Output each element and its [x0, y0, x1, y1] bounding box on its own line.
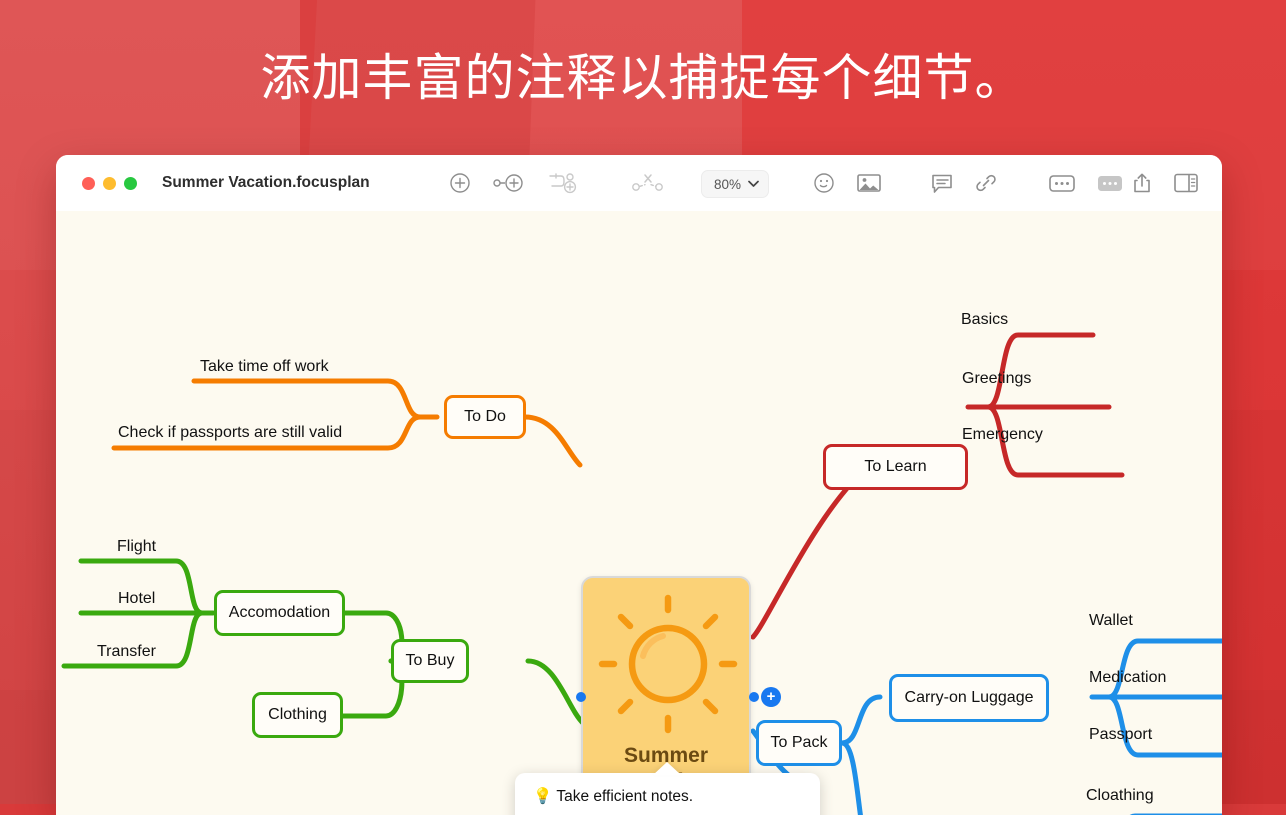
topic-label: To Do: [464, 408, 506, 425]
zoom-value: 80%: [714, 176, 742, 192]
maximize-button[interactable]: [124, 176, 137, 190]
traffic-lights: [82, 176, 137, 190]
emoji-button[interactable]: [813, 172, 835, 194]
more-outline-icon: [1049, 174, 1075, 192]
emoji-icon: [814, 173, 834, 193]
share-button[interactable]: [1132, 172, 1152, 194]
sun-icon: [598, 594, 738, 734]
note-popover[interactable]: 💡 Take efficient notes. Mind maps help y…: [515, 773, 820, 815]
topic-label: Clothing: [268, 706, 327, 723]
topic-to-do[interactable]: To Do: [444, 395, 526, 439]
toolbar-group-right: [1132, 155, 1198, 211]
topic-label: To Learn: [864, 458, 927, 475]
subtopic-accomodation[interactable]: Accomodation: [214, 590, 345, 636]
topic-to-learn[interactable]: To Learn: [823, 444, 968, 490]
leaf-flight[interactable]: Flight: [117, 538, 156, 556]
toolbar-group-structure: [449, 155, 665, 211]
leaf-passport[interactable]: Passport: [1089, 726, 1152, 744]
leaf-medication[interactable]: Medication: [1089, 669, 1166, 687]
subtopic-check-passports[interactable]: Check if passports are still valid: [118, 424, 342, 442]
add-topic-handle[interactable]: +: [761, 687, 781, 707]
inspector-toggle-button[interactable]: [1174, 173, 1198, 193]
add-child-topic-icon: [549, 173, 577, 194]
add-topic-icon: [450, 173, 470, 193]
leaf-hotel[interactable]: Hotel: [118, 590, 155, 608]
chevron-down-icon: [748, 180, 759, 187]
leaf-emergency[interactable]: Emergency: [962, 426, 1043, 444]
topic-label: Carry-on Luggage: [904, 689, 1034, 706]
lightbulb-icon: 💡: [533, 788, 553, 805]
add-child-topic-button[interactable]: [547, 171, 579, 195]
more-filled-icon: [1098, 175, 1122, 191]
subtopic-take-time-off-work[interactable]: Take time off work: [200, 358, 329, 376]
selection-handle-right[interactable]: [749, 692, 759, 702]
mindmap-canvas[interactable]: Summer Vacation + To Do Take time off wo…: [56, 211, 1222, 815]
leaf-greetings[interactable]: Greetings: [962, 370, 1031, 388]
leaf-transfer[interactable]: Transfer: [97, 643, 156, 661]
add-sibling-topic-button[interactable]: [493, 172, 525, 194]
subtopic-carry-on-luggage[interactable]: Carry-on Luggage: [889, 674, 1049, 722]
minimize-button[interactable]: [103, 176, 116, 190]
app-window: Summer Vacation.focusplan 80% Summer + T…: [56, 155, 1222, 815]
more-filled-button[interactable]: [1097, 175, 1123, 192]
add-topic-button[interactable]: [449, 172, 471, 194]
image-icon: [857, 174, 881, 192]
toolbar-group-insert: [813, 155, 1123, 211]
leaf-basics[interactable]: Basics: [961, 311, 1008, 329]
window-titlebar: Summer Vacation.focusplan 80%: [56, 155, 1222, 212]
leaf-cloathing[interactable]: Cloathing: [1086, 787, 1154, 805]
topic-to-buy[interactable]: To Buy: [391, 639, 469, 683]
leaf-wallet[interactable]: Wallet: [1089, 612, 1133, 630]
topic-to-pack[interactable]: To Pack: [756, 720, 842, 766]
subtopic-clothing[interactable]: Clothing: [252, 692, 343, 738]
comment-button[interactable]: [931, 173, 953, 194]
remove-relation-icon: [632, 174, 663, 191]
document-title: Summer Vacation.focusplan: [162, 174, 370, 191]
image-button[interactable]: [857, 173, 881, 193]
remove-relation-button[interactable]: [631, 171, 665, 195]
note-pointer: [653, 762, 681, 775]
topic-label: To Buy: [405, 652, 455, 669]
note-heading-text: Take efficient notes.: [556, 788, 694, 805]
promo-headline: 添加丰富的注释以捕捉每个细节。: [260, 49, 1026, 107]
topic-label: Accomodation: [228, 604, 331, 621]
add-subtopic-icon: [493, 174, 523, 192]
link-icon: [976, 174, 996, 192]
zoom-control[interactable]: 80%: [701, 170, 770, 198]
link-button[interactable]: [975, 172, 997, 194]
more-outline-button[interactable]: [1049, 174, 1075, 192]
note-heading: 💡 Take efficient notes.: [533, 787, 802, 806]
inspector-panel-icon: [1174, 173, 1198, 193]
topic-label: To Pack: [770, 734, 828, 751]
share-icon: [1134, 173, 1150, 193]
close-button[interactable]: [82, 176, 95, 190]
comment-icon: [932, 174, 952, 193]
selection-handle-left[interactable]: [576, 692, 586, 702]
